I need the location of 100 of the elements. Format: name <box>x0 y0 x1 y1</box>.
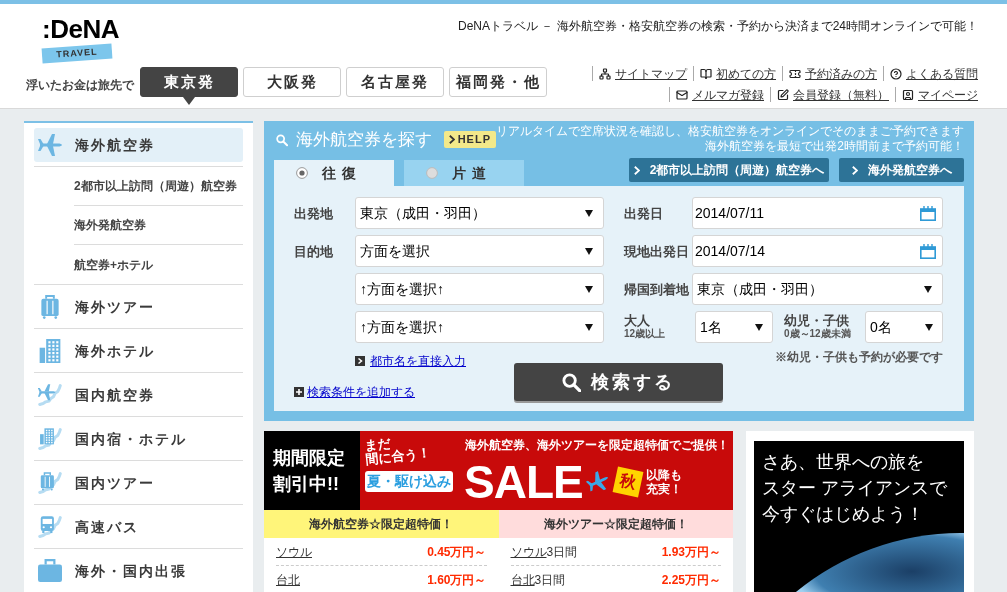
date-field[interactable]: 2014/07/11 <box>692 197 943 229</box>
chevron-icon <box>448 135 455 144</box>
radio-icon <box>426 167 438 179</box>
header-link[interactable]: 予約済みの方 <box>789 64 877 83</box>
plane-icon <box>38 133 62 157</box>
autumn-badge: 秋 <box>612 466 644 498</box>
caret-icon <box>925 323 933 331</box>
field-label: 出発地 <box>294 206 333 221</box>
deal-column-heading: 海外航空券☆限定超特価！ <box>264 510 499 538</box>
field-label: 目的地 <box>294 244 333 259</box>
plane-map-icon <box>38 383 62 407</box>
caret-icon <box>585 285 593 293</box>
logo-wordmark: :DeNA <box>42 16 119 42</box>
shortcut-button[interactable]: 海外発航空券へ <box>839 158 964 182</box>
deal-price: 0.45万円～ <box>427 543 487 561</box>
briefcase-icon <box>38 559 62 583</box>
ad-message: さあ、世界への旅を スター アライアンスで 今すぐはじめよう！ <box>761 451 948 526</box>
dropdown-field[interactable]: 東京（成田・羽田） <box>692 273 943 305</box>
calendar-icon <box>920 205 936 221</box>
tab-pointer-icon <box>183 97 195 105</box>
dropdown-field[interactable]: ↑方面を選択↑ <box>355 273 604 305</box>
banner-title: SALE <box>464 459 583 505</box>
header-link[interactable]: マイページ <box>902 85 978 104</box>
age-range-note: 0歳～12歳未満 <box>784 328 852 340</box>
sidebar-item[interactable]: 海外航空券 <box>34 128 243 162</box>
header-link[interactable]: 初めての方 <box>700 64 776 83</box>
ticket-icon <box>789 67 801 80</box>
dropdown-field[interactable]: 0名 <box>865 311 943 343</box>
search-info-text: 海外航空券を最短で出発2時間前まで予約可能！ <box>705 139 964 154</box>
trip-tab[interactable]: 往復 <box>274 160 394 186</box>
deal-price: 1.60万円～ <box>427 572 487 589</box>
search-info-text: リアルタイムで空席状況を確認し、格安航空券をオンラインでそのままご予約できます <box>496 124 964 139</box>
header-link[interactable]: 会員登録（無料） <box>777 85 889 104</box>
trip-length: 3日間 <box>546 543 578 561</box>
destination-link[interactable]: ソウル <box>276 542 312 561</box>
search-title: 海外航空券を探す <box>295 128 432 151</box>
chevron-icon <box>851 165 858 175</box>
age-range-note: 12歳以上 <box>624 328 667 340</box>
sidebar-subitem[interactable]: 2都市以上訪問（周遊）航空券 <box>74 167 243 206</box>
header-link[interactable]: よくある質問 <box>890 64 978 83</box>
logo-band: TRAVEL <box>41 43 113 64</box>
radio-icon <box>296 167 308 179</box>
suitcase-map-icon <box>38 471 62 495</box>
field-label: 現地出発日 <box>624 244 689 259</box>
deal-price: 2.25万円～ <box>661 572 721 589</box>
banner-headline: 海外航空券、海外ツアーを限定超特価でご提供！ <box>465 437 729 454</box>
sidebar-subitem[interactable]: 航空券+ホテル <box>74 245 243 284</box>
passenger-note: ※幼児・子供も予約が必要です <box>775 349 943 366</box>
shortcut-button[interactable]: 2都市以上訪問（周遊）航空券へ <box>629 158 829 182</box>
departure-tab[interactable]: 福岡発・他 <box>449 67 547 97</box>
book-icon <box>700 67 712 80</box>
banner-tail-text: 以降も充実！ <box>645 468 683 496</box>
building-map-icon <box>38 427 62 451</box>
sale-period-label: 期間限定 割引中!! <box>264 431 360 510</box>
edit-icon <box>777 88 789 101</box>
site-intro: DeNAトラベル － 海外航空券・格安航空券の検索・予約から決済まで24時間オンラインで可能！ <box>457 18 978 35</box>
building-icon <box>38 339 62 363</box>
user-icon <box>902 88 914 101</box>
bus-map-icon <box>38 515 62 539</box>
chevron-square-icon <box>355 356 365 366</box>
header-link[interactable]: サイトマップ <box>599 64 687 83</box>
trip-length: 3日間 <box>534 572 566 589</box>
date-field[interactable]: 2014/07/14 <box>692 235 943 267</box>
field-label: 幼児・子供 <box>784 314 849 328</box>
departure-tab[interactable]: 大阪発 <box>243 67 341 97</box>
help-icon <box>890 67 902 80</box>
search-button[interactable]: 検索する <box>514 363 723 401</box>
sitemap-icon <box>599 67 611 80</box>
field-label: 大人 <box>624 314 650 328</box>
caret-icon <box>585 209 593 217</box>
help-button[interactable]: HELP <box>443 131 496 148</box>
header-link[interactable]: メルマガ登録 <box>676 85 764 104</box>
deal-column-heading: 海外ツアー☆限定超特価！ <box>498 510 733 538</box>
chevron-icon <box>633 165 640 175</box>
mail-icon <box>676 88 688 101</box>
caret-icon <box>585 323 593 331</box>
banner-catchphrase: まだ 間に合う！ <box>363 434 433 467</box>
add-conditions-link[interactable]: 検索条件を追加する <box>294 383 415 401</box>
dropdown-field[interactable]: 東京（成田・羽田） <box>355 197 604 229</box>
deal-price: 1.93万円～ <box>661 543 721 561</box>
field-label: 帰国到着地 <box>624 282 689 297</box>
dropdown-field[interactable]: 方面を選択 <box>355 235 604 267</box>
city-input-link[interactable]: 都市名を直接入力 <box>355 352 466 370</box>
destination-link[interactable]: ソウル <box>510 542 547 561</box>
suitcase-icon <box>38 295 62 319</box>
departure-tab[interactable]: 東京発 <box>140 67 238 97</box>
departure-tab[interactable]: 名古屋発 <box>346 67 444 97</box>
destination-link[interactable]: 台北 <box>276 571 300 589</box>
field-label: 出発日 <box>624 206 663 221</box>
banner-subtitle: 夏・駆け込み <box>365 471 453 492</box>
calendar-icon <box>920 243 936 259</box>
sidebar-subitem[interactable]: 海外発航空券 <box>74 206 243 245</box>
plus-square-icon <box>294 387 304 397</box>
dropdown-field[interactable]: 1名 <box>695 311 773 343</box>
search-icon <box>562 372 581 392</box>
dropdown-field[interactable]: ↑方面を選択↑ <box>355 311 604 343</box>
destination-link[interactable]: 台北 <box>510 571 535 589</box>
caret-icon <box>924 285 932 293</box>
caret-icon <box>755 323 763 331</box>
trip-tab[interactable]: 片道 <box>404 160 524 186</box>
